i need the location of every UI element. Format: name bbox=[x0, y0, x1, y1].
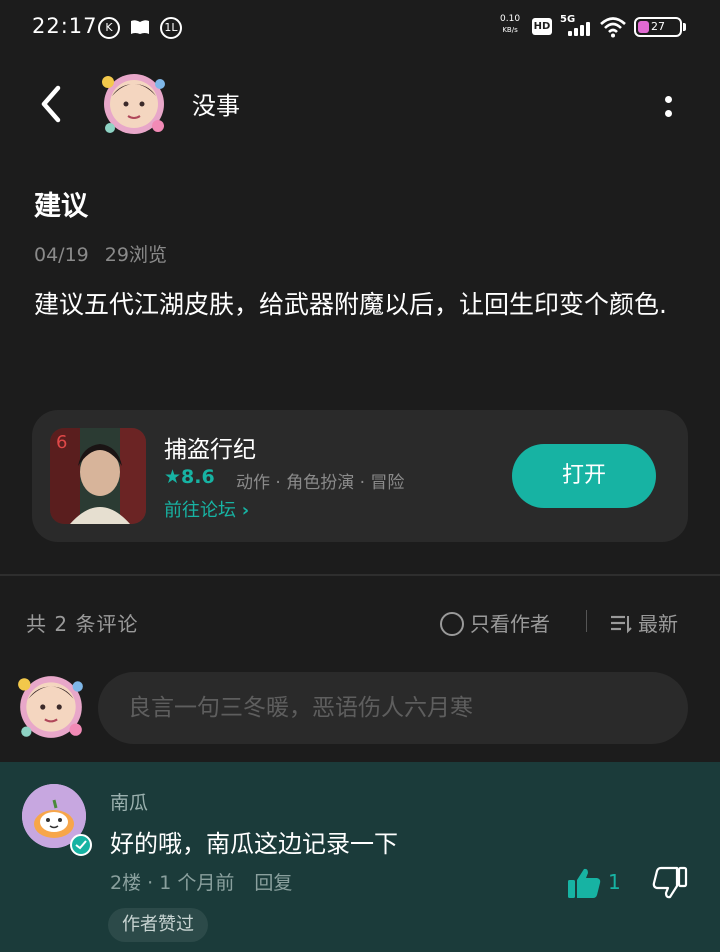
post-meta: 04/19 29浏览 bbox=[34, 240, 183, 267]
author-avatar[interactable] bbox=[98, 68, 170, 140]
commenter-name[interactable]: 南瓜 bbox=[110, 788, 148, 815]
net-speed: 0.10 KB/s bbox=[500, 14, 520, 36]
forum-link[interactable]: 前往论坛 › bbox=[164, 496, 249, 522]
game-tags: 动作 · 角色扮演 · 冒险 bbox=[236, 473, 405, 493]
game-name: 捕盗行纪 bbox=[164, 437, 256, 463]
radio-icon bbox=[440, 612, 464, 636]
star-icon: ★ bbox=[164, 466, 182, 488]
net-speed-value: 0.10 bbox=[500, 14, 521, 24]
meta-dot: · bbox=[147, 872, 160, 894]
more-dot bbox=[665, 110, 672, 117]
thumbs-down-icon bbox=[652, 866, 688, 899]
sort-button[interactable]: 最新 bbox=[610, 608, 678, 637]
network-type: 5G bbox=[560, 14, 576, 25]
comments-count: 共 2 条评论 bbox=[26, 612, 139, 636]
game-icon[interactable]: 6 bbox=[50, 428, 146, 524]
battery-level: 27 bbox=[651, 20, 665, 33]
comment-item[interactable]: 南瓜 好的哦，南瓜这边记录一下 2楼 · 1 个月前 回复 1 作者赞过 bbox=[0, 762, 720, 952]
forum-link-label: 前往论坛 bbox=[164, 500, 236, 521]
book-icon bbox=[130, 19, 150, 35]
svg-text:6: 6 bbox=[56, 432, 67, 453]
battery-cap bbox=[683, 23, 686, 31]
author-only-toggle[interactable]: 只看作者 bbox=[440, 608, 550, 637]
thumbs-up-icon bbox=[568, 868, 601, 898]
divider bbox=[0, 574, 720, 576]
chevron-left-icon bbox=[41, 85, 61, 123]
game-rating-value: 8.6 bbox=[181, 466, 215, 488]
post-title: 建议 bbox=[34, 191, 88, 222]
status-time: 22:17 bbox=[32, 14, 98, 38]
comment-meta: 2楼 · 1 个月前 回复 bbox=[110, 868, 292, 895]
k-circle-icon: K bbox=[98, 17, 120, 39]
badge-icon: 1L bbox=[160, 17, 182, 39]
like-button[interactable] bbox=[566, 866, 602, 900]
dislike-button[interactable] bbox=[652, 866, 688, 900]
verified-badge-icon bbox=[70, 834, 92, 856]
comment-time: 1 个月前 bbox=[159, 872, 235, 894]
post-views: 29浏览 bbox=[104, 244, 167, 266]
reply-button[interactable]: 回复 bbox=[254, 872, 292, 894]
author-only-label: 只看作者 bbox=[470, 612, 550, 636]
sort-icon bbox=[611, 615, 632, 634]
comment-input[interactable] bbox=[98, 672, 688, 744]
author-liked-badge: 作者赞过 bbox=[108, 908, 208, 942]
wifi-icon bbox=[600, 16, 626, 38]
comment-floor: 2楼 bbox=[110, 872, 142, 894]
sort-label: 最新 bbox=[638, 612, 678, 636]
separator bbox=[586, 610, 587, 632]
user-avatar bbox=[14, 670, 88, 744]
hd-badge: HD bbox=[532, 18, 552, 35]
signal-icon: 5G bbox=[560, 14, 592, 38]
back-button[interactable] bbox=[30, 80, 74, 128]
game-card[interactable]: 6 捕盗行纪 ★8.6 动作 · 角色扮演 · 冒险 前往论坛 › 打开 bbox=[32, 410, 688, 542]
post-body: 建议五代江湖皮肤，给武器附魔以后，让回生印变个颜色. bbox=[34, 290, 667, 319]
post-date: 04/19 bbox=[34, 244, 89, 266]
more-options-button[interactable] bbox=[656, 88, 680, 124]
open-game-button[interactable]: 打开 bbox=[512, 444, 656, 508]
more-dot bbox=[665, 96, 672, 103]
like-count: 1 bbox=[608, 870, 621, 894]
game-rating: ★8.6 bbox=[164, 466, 215, 488]
battery-icon: 27 bbox=[634, 17, 682, 37]
net-speed-unit: KB/s bbox=[502, 26, 518, 34]
chevron-right-icon: › bbox=[241, 500, 250, 521]
author-name[interactable]: 没事 bbox=[192, 86, 240, 121]
comment-text: 好的哦，南瓜这边记录一下 bbox=[110, 830, 398, 858]
